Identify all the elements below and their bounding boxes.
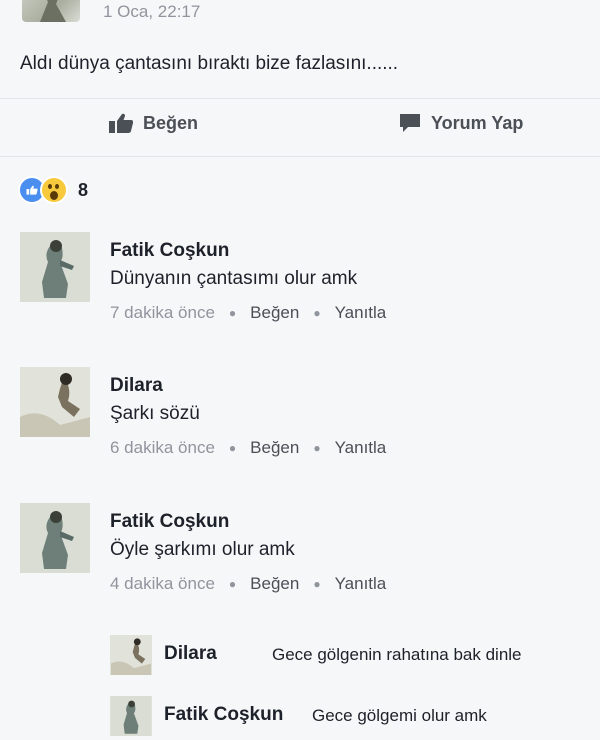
comment-like-link[interactable]: Beğen — [250, 438, 299, 458]
separator-dot: ● — [313, 306, 321, 320]
wow-reaction-icon — [40, 176, 68, 204]
avatar-figure — [20, 503, 90, 573]
comment-time[interactable]: 4 dakika önce — [110, 574, 215, 594]
comment-like-link[interactable]: Beğen — [250, 574, 299, 594]
separator-dot: ● — [313, 441, 321, 455]
reply-avatar[interactable] — [110, 696, 152, 736]
comment-text: Öyle şarkımı olur amk — [110, 539, 295, 560]
separator-dot: ● — [228, 577, 237, 591]
separator-dot: ● — [313, 577, 321, 591]
comment-text: Şarkı sözü — [110, 403, 200, 424]
post-timestamp: 1 Oca, 22:17 — [103, 2, 201, 21]
reply-item: Fatik Coşkun Gece gölgemi olur amk — [110, 696, 600, 736]
reply-author-name[interactable]: Dilara — [164, 643, 217, 665]
comment-reply-link[interactable]: Yanıtla — [335, 574, 387, 594]
avatar-figure — [40, 0, 66, 22]
comment-button-label: Yorum Yap — [431, 112, 524, 133]
speech-bubble-icon — [400, 114, 420, 132]
commenter-avatar[interactable] — [20, 503, 90, 573]
reaction-summary[interactable]: 8 — [18, 176, 88, 204]
divider — [0, 98, 600, 99]
post-header: 1 Oca, 22:17 — [0, 0, 600, 30]
commenter-name[interactable]: Fatik Coşkun — [110, 511, 386, 533]
commenter-avatar[interactable] — [20, 232, 90, 302]
comment-text: Dünyanın çantasımı olur amk — [110, 268, 358, 289]
avatar-figure — [111, 635, 151, 675]
commenter-avatar[interactable] — [20, 367, 90, 437]
comment-like-link[interactable]: Beğen — [250, 303, 299, 323]
comment-time[interactable]: 7 dakika önce — [110, 303, 215, 323]
avatar-figure — [20, 232, 90, 302]
post-text: Aldı dünya çantasını bıraktı bize fazlas… — [20, 53, 399, 74]
separator-dot: ● — [228, 306, 237, 320]
reaction-count: 8 — [78, 179, 89, 200]
comment-button[interactable]: Yorum Yap — [398, 112, 523, 134]
comment-reply-link[interactable]: Yanıtla — [335, 303, 387, 323]
reply-text: Gece gölgemi olur amk — [312, 706, 487, 725]
divider — [0, 156, 600, 157]
comment-reply-link[interactable]: Yanıtla — [335, 438, 387, 458]
comment-time[interactable]: 6 dakika önce — [110, 438, 215, 458]
commenter-name[interactable]: Fatik Coşkun — [110, 240, 386, 262]
post-author-avatar[interactable] — [22, 0, 80, 22]
thumbs-up-icon — [109, 113, 134, 133]
separator-dot: ● — [228, 441, 237, 455]
avatar-figure — [111, 696, 151, 736]
reply-text: Gece gölgenin rahatına bak dinle — [272, 645, 522, 664]
reply-author-name[interactable]: Fatik Coşkun — [164, 704, 283, 726]
reply-avatar[interactable] — [110, 635, 152, 675]
like-button-label: Beğen — [143, 112, 199, 133]
like-button[interactable]: Beğen — [108, 112, 198, 134]
commenter-name[interactable]: Dilara — [110, 375, 386, 397]
reply-item: Dilara Gece gölgenin rahatına bak dinle — [110, 635, 600, 675]
avatar-figure — [20, 367, 90, 437]
